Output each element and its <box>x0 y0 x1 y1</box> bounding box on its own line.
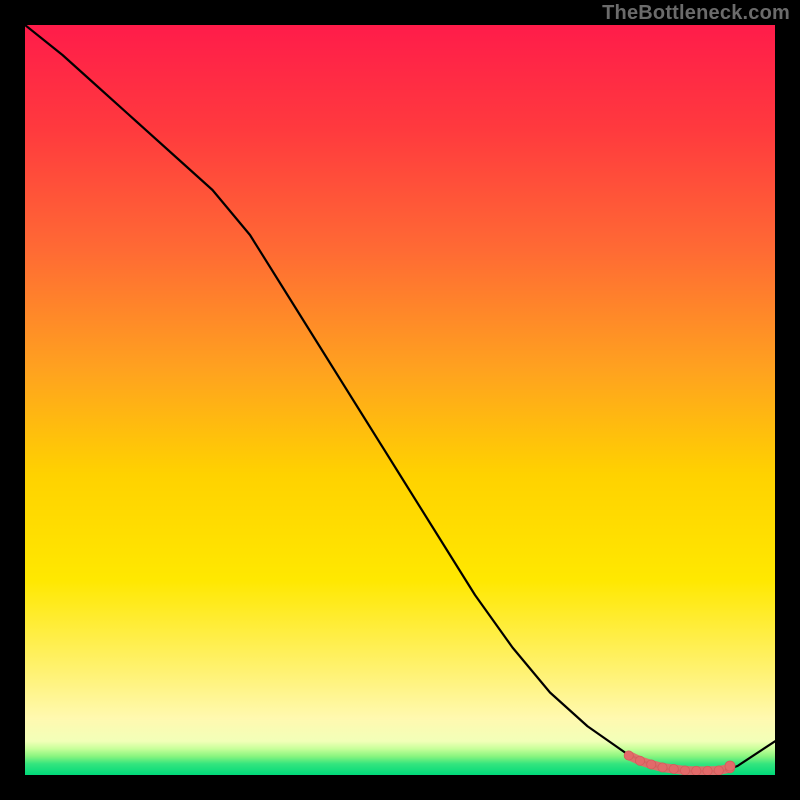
marker-dot <box>703 766 712 775</box>
chart-svg <box>25 25 775 775</box>
marker-dot <box>692 766 701 775</box>
marker-dot <box>624 751 633 760</box>
chart-background <box>25 25 775 775</box>
marker-dot <box>647 760 656 769</box>
marker-dot <box>669 764 678 773</box>
chart-plot <box>25 25 775 775</box>
marker-dot <box>658 763 667 772</box>
watermark-text: TheBottleneck.com <box>602 2 790 25</box>
marker-dot <box>635 756 644 765</box>
marker-dot-isolated <box>725 761 735 771</box>
marker-dot <box>680 766 689 775</box>
marker-dot <box>714 766 723 775</box>
